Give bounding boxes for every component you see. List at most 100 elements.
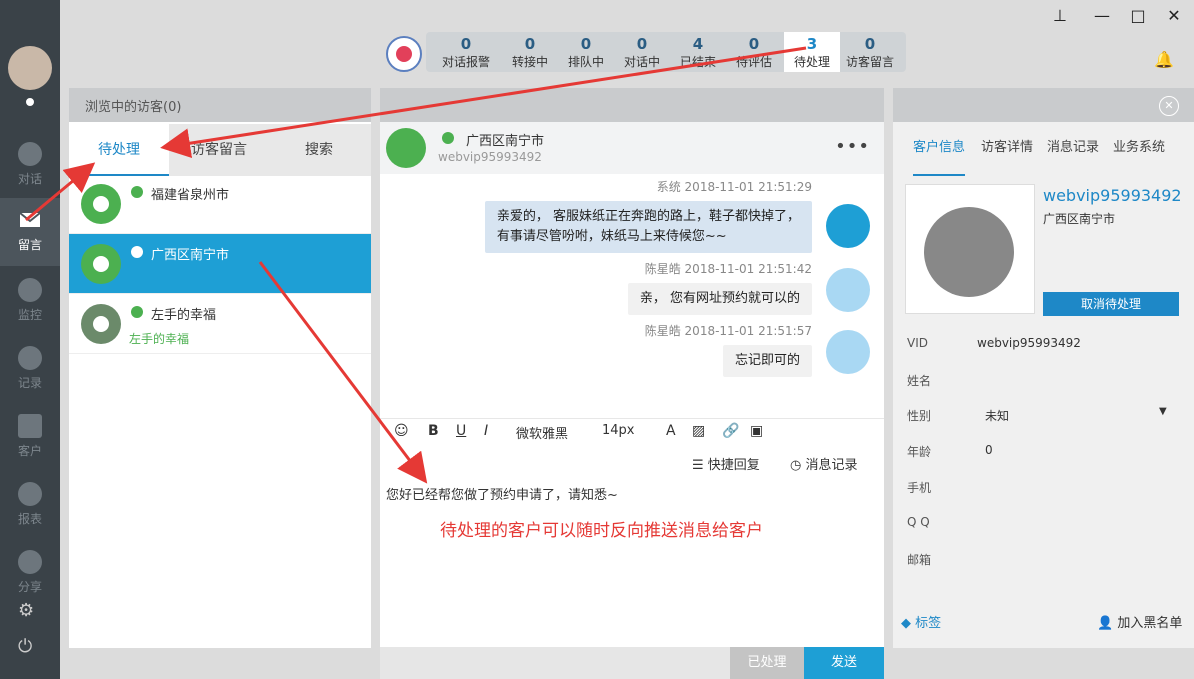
history-button[interactable]: ◷ 消息记录: [790, 454, 858, 473]
earth-icon: [924, 207, 1014, 297]
bold-button[interactable]: B: [428, 423, 439, 439]
draft-text[interactable]: 您好已经帮您做了预约申请了，请知悉~: [386, 484, 618, 503]
chat-header: 广西区南宁市 webvip95993492 •••: [380, 122, 884, 174]
image-icon[interactable]: ▣: [750, 423, 763, 439]
avatar: [81, 304, 121, 344]
message-agent: 陈星皓 2018-11-01 21:51:57 忘记即可的: [645, 322, 812, 377]
visitors-panel: 浏览中的访客(0) 待处理 访客留言 搜索 福建省泉州市 广西区南宁市 左手的幸…: [69, 88, 371, 648]
annotation-text: 待处理的客户可以随时反向推送消息给客户: [440, 521, 763, 541]
agent-avatar-icon: [826, 330, 870, 374]
chat-panel: 广西区南宁市 webvip95993492 ••• 系统 2018-11-01 …: [380, 88, 884, 679]
message-bubble: 亲， 您有网址预约就可以的: [627, 283, 812, 315]
stats-bar: 0 对话报警 0 转接中 0 排队中 0 对话中 4 已结束 0 待评估 3 待处理 0 访客留…: [426, 32, 906, 72]
send-button[interactable]: 发送: [804, 647, 884, 679]
bell-icon[interactable]: 🔔: [1154, 50, 1174, 70]
nav-share[interactable]: 分享: [0, 540, 60, 608]
system-avatar: [826, 204, 870, 248]
chevron-down-icon[interactable]: ▼: [1159, 406, 1167, 417]
tab-pending[interactable]: 待处理: [69, 124, 169, 176]
tab-search[interactable]: 搜索: [269, 124, 369, 176]
message-system: 系统 2018-11-01 21:51:29 亲爱的， 客服妹纸正在奔跑的路上，…: [484, 178, 812, 253]
chat-vid: webvip95993492: [438, 150, 542, 164]
tag-button[interactable]: ◆ 标签: [901, 612, 941, 631]
chat-top-strip: [380, 88, 884, 122]
message-bubble: 忘记即可的: [722, 345, 812, 377]
age-field[interactable]: 0: [985, 443, 993, 457]
visitor-tabs: 待处理 访客留言 搜索: [69, 124, 371, 176]
list-item[interactable]: 广西区南宁市: [69, 234, 371, 294]
clear-format-icon[interactable]: ▨: [692, 423, 705, 439]
minimize-button[interactable]: —: [1092, 6, 1112, 26]
power-icon[interactable]: ⏻: [18, 636, 32, 657]
globe-icon: [81, 184, 121, 224]
font-select[interactable]: 微软雅黑: [516, 423, 568, 442]
stat-alarm[interactable]: 0 对话报警: [438, 32, 494, 72]
agent-avatar[interactable]: [8, 46, 52, 90]
right-top-strip: [893, 88, 1194, 122]
tab-message-records[interactable]: 消息记录: [1047, 124, 1099, 176]
pin-icon[interactable]: ⊥: [1050, 6, 1070, 26]
agent-avatar-icon: [826, 268, 870, 312]
maximize-button[interactable]: □: [1128, 6, 1148, 26]
visitors-header: 浏览中的访客(0): [69, 88, 371, 122]
stat-transfer[interactable]: 0 转接中: [502, 32, 558, 72]
font-size-select[interactable]: 14px: [602, 423, 635, 438]
share-icon: [18, 550, 42, 574]
stat-visitor-messages[interactable]: 0 访客留言: [842, 32, 898, 72]
stat-ended[interactable]: 4 已结束: [670, 32, 726, 72]
web-icon: [131, 246, 143, 258]
customer-avatar-card: [905, 184, 1035, 314]
tab-visitor-details[interactable]: 访客详情: [981, 124, 1033, 176]
nav-reports[interactable]: 报表: [0, 472, 60, 540]
nav-monitor[interactable]: 监控: [0, 268, 60, 336]
tab-visitor-messages[interactable]: 访客留言: [169, 124, 269, 176]
underline-button[interactable]: U: [456, 423, 466, 439]
left-nav: 对话 留言 监控 记录 客户 报表 分享 ⚙ ⏻: [0, 0, 60, 679]
message-bubble: 亲爱的， 客服妹纸正在奔跑的路上，鞋子都快掉了， 有事请尽管吩咐，妹纸马上来侍候您…: [484, 201, 812, 253]
gender-select[interactable]: 未知: [985, 407, 1009, 424]
clock-icon: [18, 346, 42, 370]
customer-panel: ✕ 客户信息 访客详情 消息记录 业务系统 webvip95993492 广西区…: [893, 88, 1194, 648]
stat-queue[interactable]: 0 排队中: [558, 32, 614, 72]
chat-footer: 已处理 发送: [380, 647, 884, 679]
font-color-icon[interactable]: A: [666, 423, 676, 439]
compose-area[interactable]: ☰ 快捷回复 ◷ 消息记录 您好已经帮您做了预约申请了，请知悉~ 待处理的客户可…: [380, 446, 884, 646]
web-icon: [442, 132, 454, 144]
link-icon[interactable]: 🔗: [722, 423, 739, 439]
editor-toolbar: ☺ B U I 微软雅黑 14px A ▨ 🔗 ▣: [380, 418, 884, 446]
globe-icon: [386, 128, 426, 168]
nav-chat[interactable]: 对话: [0, 132, 60, 200]
wechat-icon: [131, 306, 143, 318]
more-menu-icon[interactable]: •••: [835, 136, 870, 157]
contact-icon: [18, 414, 42, 438]
globe-icon: [81, 244, 121, 284]
list-item[interactable]: 左手的幸福 左手的幸福: [69, 294, 371, 354]
status-clock-icon[interactable]: [24, 96, 36, 108]
italic-button[interactable]: I: [484, 423, 488, 439]
list-item[interactable]: 福建省泉州市: [69, 174, 371, 234]
close-panel-icon[interactable]: ✕: [1159, 96, 1179, 116]
customer-region: 广西区南宁市: [1043, 212, 1116, 226]
customer-tabs: 客户信息 访客详情 消息记录 业务系统: [893, 124, 1194, 176]
brand-logo-icon: [386, 36, 422, 72]
tab-customer-info[interactable]: 客户信息: [913, 124, 966, 176]
blacklist-button[interactable]: 👤 加入黑名单: [1097, 612, 1182, 631]
nav-messages[interactable]: 留言: [0, 198, 60, 266]
web-icon: [131, 186, 143, 198]
nav-records[interactable]: 记录: [0, 336, 60, 404]
close-button[interactable]: ✕: [1164, 6, 1184, 26]
emoji-icon[interactable]: ☺: [394, 423, 409, 439]
stat-chatting[interactable]: 0 对话中: [614, 32, 670, 72]
eye-icon: [18, 278, 42, 302]
cancel-pending-button[interactable]: 取消待处理: [1043, 292, 1179, 316]
tab-business-system[interactable]: 业务系统: [1113, 124, 1165, 176]
chat-icon: [18, 142, 42, 166]
mark-done-button[interactable]: 已处理: [730, 647, 804, 679]
message-agent: 陈星皓 2018-11-01 21:51:42 亲， 您有网址预约就可以的: [627, 260, 812, 315]
stat-evaluate[interactable]: 0 待评估: [726, 32, 782, 72]
nav-customers[interactable]: 客户: [0, 404, 60, 472]
stat-pending[interactable]: 3 待处理: [784, 32, 840, 72]
settings-icon[interactable]: ⚙: [18, 600, 34, 621]
quick-reply-button[interactable]: ☰ 快捷回复: [692, 454, 760, 473]
customer-vid: webvip95993492: [1043, 186, 1182, 205]
